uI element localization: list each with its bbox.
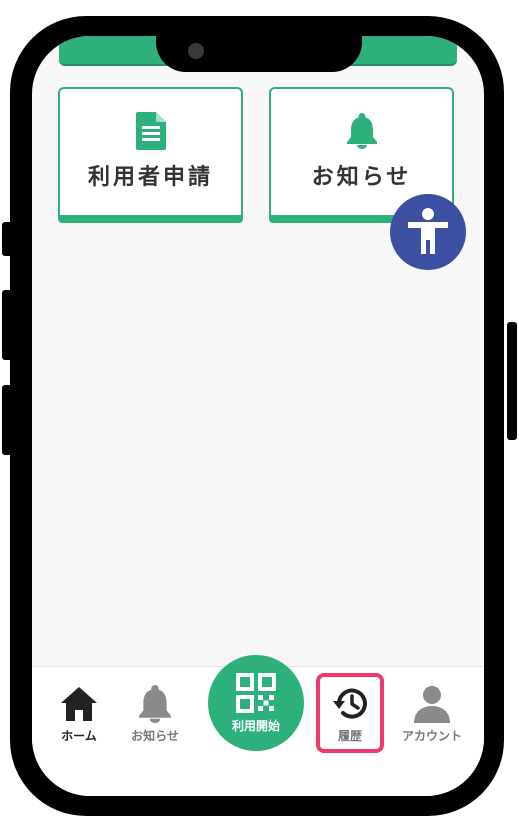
- bell-icon: [139, 685, 171, 723]
- phone-side-button: [2, 222, 12, 256]
- nav-item-history[interactable]: 履歴: [317, 685, 383, 744]
- phone-side-button: [507, 322, 517, 440]
- history-icon: [333, 688, 367, 719]
- phone-side-button: [2, 290, 12, 360]
- tile-bottom-bar: [58, 215, 243, 223]
- phone-notch: [156, 36, 362, 72]
- camera-icon: [188, 43, 204, 59]
- nav-label: ホーム: [61, 729, 97, 743]
- home-icon: [61, 687, 97, 721]
- bell-icon: [345, 111, 379, 151]
- nav-label: 履歴: [337, 729, 362, 743]
- accessibility-person-icon: [408, 208, 448, 254]
- tile-label: お知らせ: [311, 165, 412, 190]
- user-icon: [414, 686, 450, 723]
- nav-label: お知らせ: [131, 729, 179, 743]
- tile-label: 利用者申請: [87, 165, 213, 190]
- start-use-button[interactable]: 利用開始: [208, 655, 304, 751]
- tile-user-application[interactable]: 利用者申請: [58, 87, 243, 223]
- bottom-navigation: ホーム お知らせ 利用開始 履歴 アカウント: [32, 655, 484, 796]
- nav-label: アカウント: [401, 729, 462, 743]
- nav-item-news[interactable]: お知らせ: [122, 685, 188, 744]
- app-screen: 利用者申請 お知らせ ホーム お知らせ 利用開始 履歴 アカウント: [32, 36, 484, 796]
- start-use-label: 利用開始: [231, 718, 280, 733]
- nav-item-account[interactable]: アカウント: [399, 685, 465, 744]
- phone-side-button: [2, 385, 12, 455]
- document-icon: [135, 111, 166, 151]
- accessibility-button[interactable]: [390, 194, 466, 270]
- qr-code-icon: [236, 672, 276, 713]
- nav-item-home[interactable]: ホーム: [46, 685, 112, 744]
